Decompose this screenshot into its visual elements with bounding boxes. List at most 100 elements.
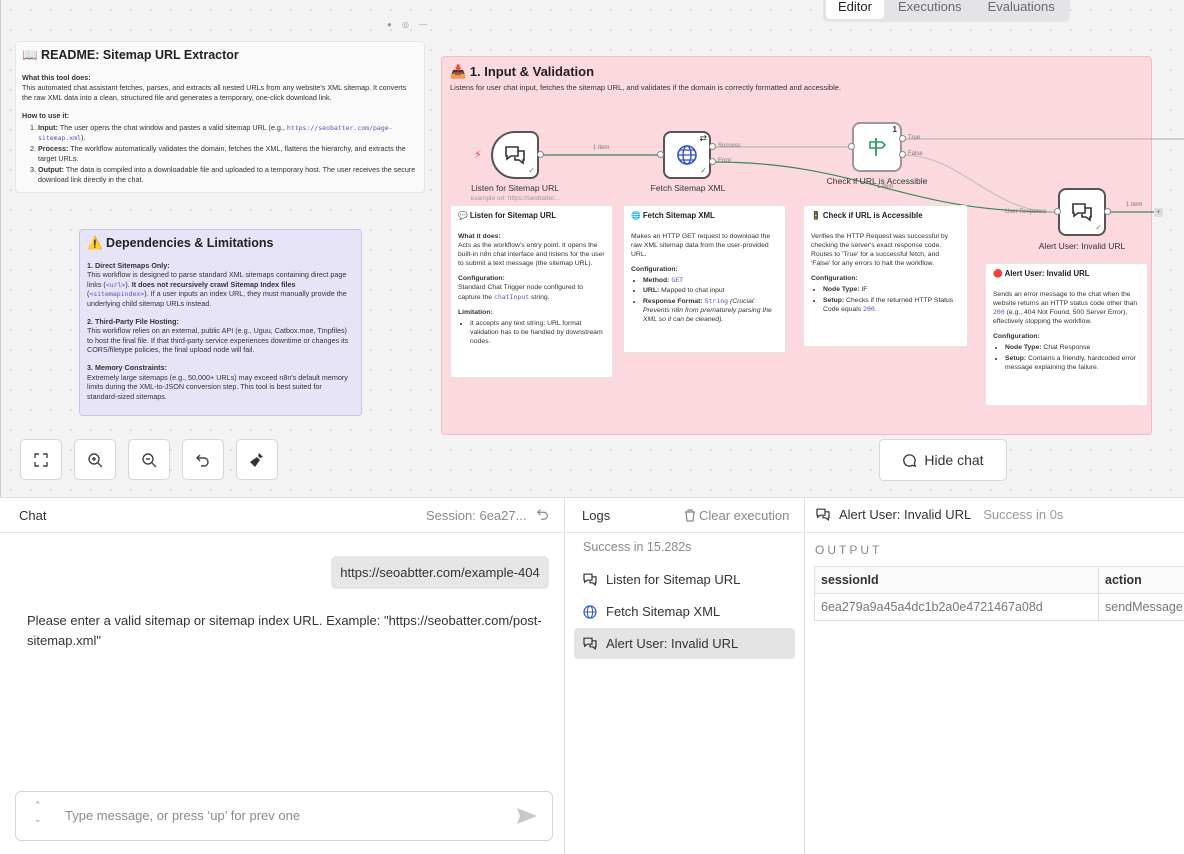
node-sublabel: example url: https://seobatter... bbox=[470, 195, 560, 202]
output-handle[interactable] bbox=[1104, 208, 1111, 215]
card-text: Standard Chat Trigger node configured to… bbox=[458, 284, 584, 301]
chat-bubble-icon bbox=[903, 453, 917, 467]
chat-panel: Chat Session: 6ea27... https://seoabtter… bbox=[0, 498, 565, 854]
port-label-success: Success bbox=[718, 143, 741, 149]
log-item[interactable]: Alert User: Invalid URL bbox=[574, 628, 795, 659]
output-label: OUTPUT bbox=[815, 543, 883, 557]
connection-item-count: 1 item bbox=[877, 184, 894, 190]
output-header: Alert User: Invalid URL Success in 0s bbox=[815, 507, 1063, 522]
hide-chat-label: Hide chat bbox=[924, 452, 984, 468]
logs-status: Success in 15.282s bbox=[583, 540, 692, 554]
table-cell[interactable]: sendMessage bbox=[1098, 593, 1184, 621]
undo-icon bbox=[536, 509, 548, 520]
connection-item-count: 1 item bbox=[593, 145, 610, 151]
zoom-in-button[interactable] bbox=[74, 439, 116, 480]
history-arrows-icon[interactable]: ⌃ ⌄ bbox=[34, 798, 42, 826]
chat-icon bbox=[505, 146, 525, 165]
node-label: Listen for Sitemap URL bbox=[471, 183, 559, 193]
node-fetch-sitemap-xml[interactable]: ⇄ ✓ bbox=[663, 131, 711, 179]
signpost-icon bbox=[869, 138, 887, 156]
card-list-item: Node Type: Chat Response bbox=[1005, 343, 1140, 352]
log-item-label: Fetch Sitemap XML bbox=[606, 604, 721, 619]
tidy-up-button[interactable] bbox=[236, 439, 278, 480]
table-cell[interactable]: 6ea279a9a45a4dc1b2a0e4721467a08d bbox=[814, 593, 1099, 621]
input-handle[interactable] bbox=[1054, 208, 1061, 215]
divider bbox=[0, 532, 565, 533]
output-table: sessionId action 6ea279a9a45a4dc1b2a0e47… bbox=[814, 566, 1184, 621]
card-title: 🔴 Alert User: Invalid URL bbox=[993, 269, 1090, 278]
card-title: 💬 Listen for Sitemap URL bbox=[458, 211, 557, 220]
card-title: 🚦 Check if URL is Accessible bbox=[811, 211, 923, 220]
clear-execution-button[interactable]: Clear execution bbox=[684, 508, 789, 523]
node-label: Alert User: Invalid URL bbox=[1038, 241, 1126, 251]
card-label: Configuration: bbox=[811, 275, 858, 283]
output-handle[interactable] bbox=[537, 151, 544, 158]
output-handle-true[interactable] bbox=[899, 135, 906, 142]
card-label: Configuration: bbox=[458, 275, 505, 283]
card-alert[interactable]: 🔴 Alert User: Invalid URL Sends an error… bbox=[985, 263, 1148, 406]
output-handle-error[interactable] bbox=[709, 158, 716, 165]
fit-view-button[interactable] bbox=[20, 439, 62, 480]
input-handle[interactable] bbox=[848, 143, 855, 150]
card-list-item: URL: Mapped to chat input bbox=[643, 286, 778, 295]
connection-item-count: 1 item bbox=[1126, 202, 1143, 208]
trigger-bolt-icon: ⚡ bbox=[474, 149, 482, 161]
card-list-item: Setup: Contains a friendly, hardcoded er… bbox=[1005, 354, 1140, 372]
card-label: What it does: bbox=[458, 232, 501, 240]
divider bbox=[806, 532, 1184, 533]
output-status: Success in 0s bbox=[983, 507, 1064, 522]
bottom-panel: Chat Session: 6ea27... https://seoabtter… bbox=[0, 497, 1184, 854]
broom-icon bbox=[250, 452, 263, 467]
user-message: https://seoabtter.com/example-404 bbox=[331, 556, 549, 589]
reset-session-button[interactable] bbox=[536, 507, 550, 526]
chat-header: Chat bbox=[19, 508, 47, 523]
port-label-error: Error bbox=[718, 158, 732, 164]
output-handle-false[interactable] bbox=[899, 151, 906, 158]
card-text: Makes an HTTP GET request to download th… bbox=[631, 232, 771, 258]
card-list-item: Setup: Checks if the returned HTTP Statu… bbox=[823, 296, 960, 314]
workflow-canvas[interactable]: Editor Executions Evaluations ● ◎ — 📖 RE… bbox=[0, 0, 1184, 497]
output-handle-success[interactable] bbox=[709, 143, 716, 150]
card-list-item: It accepts any text string; URL format v… bbox=[470, 319, 605, 347]
logs-panel: Logs Clear execution Success in 15.282s … bbox=[566, 498, 805, 854]
session-id[interactable]: Session: 6ea27... bbox=[426, 508, 526, 523]
bot-message: Please enter a valid sitemap or sitemap … bbox=[27, 613, 542, 648]
chat-icon bbox=[1072, 203, 1092, 222]
chat-input[interactable]: ⌃ ⌄ Type message, or press ‘up’ for prev … bbox=[15, 791, 553, 841]
card-text: Verifies the HTTP Request was successful… bbox=[811, 232, 949, 268]
table-header: action bbox=[1098, 566, 1184, 594]
chat-icon bbox=[816, 508, 830, 522]
card-fetch[interactable]: 🌐 Fetch Sitemap XML Makes an HTTP GET re… bbox=[623, 205, 786, 353]
card-check[interactable]: 🚦 Check if URL is Accessible Verifies th… bbox=[803, 205, 968, 347]
table-row[interactable]: 6ea279a9a45a4dc1b2a0e4721467a08d sendMes… bbox=[814, 593, 1184, 621]
log-item[interactable]: Fetch Sitemap XML bbox=[574, 596, 795, 627]
hide-chat-button[interactable]: Hide chat bbox=[879, 439, 1007, 481]
card-text: Acts as the workflow's entry point. It o… bbox=[458, 241, 605, 268]
add-node-plus-icon[interactable]: + bbox=[1154, 208, 1163, 217]
log-item[interactable]: Listen for Sitemap URL bbox=[574, 564, 795, 595]
node-badge: 1 bbox=[892, 125, 897, 134]
fullscreen-icon bbox=[34, 452, 48, 467]
zoom-out-button[interactable] bbox=[128, 439, 170, 480]
send-icon bbox=[517, 808, 537, 824]
input-handle[interactable] bbox=[657, 151, 664, 158]
chat-icon bbox=[583, 637, 597, 651]
zoom-out-icon bbox=[142, 452, 157, 467]
card-list-item: Node Type: IF bbox=[823, 285, 960, 294]
node-alert-user-invalid-url[interactable]: ✓ bbox=[1058, 188, 1106, 236]
log-item-label: Listen for Sitemap URL bbox=[606, 572, 741, 587]
send-button[interactable] bbox=[515, 806, 539, 831]
card-text: Sends an error message to the chat when … bbox=[993, 290, 1138, 326]
chat-icon bbox=[583, 573, 597, 587]
globe-icon bbox=[583, 604, 597, 619]
card-list-item: Response Format: String (Crucial: Preven… bbox=[643, 297, 778, 325]
node-listen-for-sitemap-url[interactable]: ✓ bbox=[491, 131, 539, 179]
node-label: Fetch Sitemap XML bbox=[650, 183, 726, 193]
undo-button[interactable] bbox=[182, 439, 224, 480]
card-title: 🌐 Fetch Sitemap XML bbox=[631, 211, 715, 220]
arrows-icon: ⇄ bbox=[699, 133, 707, 143]
port-label-false: False bbox=[908, 151, 923, 157]
chat-input-placeholder: Type message, or press ‘up’ for prev one bbox=[65, 808, 301, 823]
node-check-if-url-accessible[interactable]: 1 bbox=[852, 122, 902, 172]
card-listen[interactable]: 💬 Listen for Sitemap URL What it does: A… bbox=[450, 205, 613, 378]
